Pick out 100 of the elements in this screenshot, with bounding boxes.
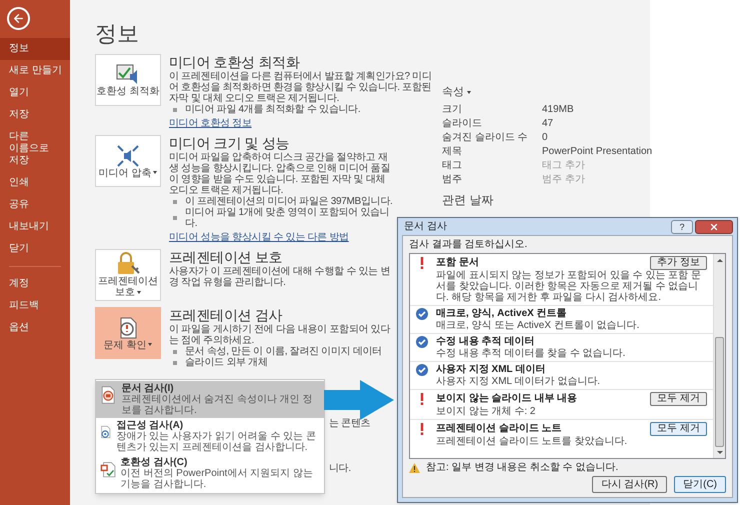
sidebar-item[interactable]: 닫기 xyxy=(0,238,70,260)
dropdown-caret-icon xyxy=(148,343,152,346)
section-title: 미디어 크기 및 성능 xyxy=(169,135,290,152)
menu-item-title: 접근성 검사(A) xyxy=(116,420,184,431)
check-circle-icon xyxy=(416,336,428,348)
menu-item-title: 호환성 검사(C) xyxy=(120,457,188,468)
result-action-button[interactable]: 모두 제거 xyxy=(650,392,707,406)
menu-item[interactable]: 접근성 검사(A) 장애가 있는 사용자가 읽기 어려울 수 있는 콘텐츠가 있는지 프레젠테이션을 검사합니다. xyxy=(96,418,324,455)
sidebar-item[interactable]: 공유 xyxy=(0,194,70,216)
menu-item-description: 이전 버전의 PowerPoint에서 지원되지 않는 기능을 검사합니다. xyxy=(120,468,314,490)
sidebar-item[interactable]: 저장 xyxy=(0,104,70,126)
check-circle-icon xyxy=(416,364,428,376)
exclamation-icon xyxy=(420,257,424,269)
scrollbar-thumb[interactable] xyxy=(715,337,724,447)
section-tile-button[interactable]: 문제 확인 xyxy=(95,307,161,359)
section-tile-button[interactable]: 호환성 최적화 xyxy=(95,54,161,106)
sidebar-item[interactable]: 열기 xyxy=(0,82,70,104)
back-button[interactable] xyxy=(7,7,30,30)
sidebar-item[interactable]: 계정 xyxy=(0,273,70,295)
section-description: 미디어 파일을 압축하여 디스크 공간을 절약하고 재생 성능을 향상시킵니다. 압축으로 인해 미디어 품질이 영향을 받을 수도 있습니다. 포함된 자막 및 대체 오디오 트랙은 제거됩니다. xyxy=(169,152,392,196)
section-description: 이 프레젠테이션을 다른 컴퓨터에서 발표할 계획인가요? 미디어 호환성을 최적화하면 환경을 향상시킬 수 있습니다. 포함된 자막 및 대체 오디오 트랙은 제거됩니다. xyxy=(169,71,433,104)
bullet-text: 이 프레젠테이션의 미디어 파일은 397MB입니다. xyxy=(185,196,392,207)
sidebar-item[interactable]: 피드백 xyxy=(0,295,70,317)
bullet-icon xyxy=(173,216,177,220)
result-description: 사용자 지정 XML 데이터가 없습니다. xyxy=(435,376,602,387)
close-icon xyxy=(709,222,719,232)
result-action-button[interactable]: 추가 정보 xyxy=(650,256,707,270)
arrow-drawing xyxy=(324,380,394,420)
sidebar-item[interactable]: 인쇄 xyxy=(0,172,70,194)
menu-item-title: 문서 검사(I) xyxy=(121,383,175,394)
menu-item-description: 장애가 있는 사용자가 읽기 어려울 수 있는 콘텐츠가 있는지 프레젠테이션을 검사합니다. xyxy=(116,431,317,453)
result-title: 프레젠테이션 슬라이드 노트 xyxy=(436,423,563,435)
section-tile-button[interactable]: 미디어 압축 xyxy=(95,135,161,187)
property-label: 숨겨진 슬라이드 수 xyxy=(442,131,529,145)
page-title: 정보 xyxy=(95,22,140,46)
section-title: 프레젠테이션 보호 xyxy=(169,249,284,266)
menu-item[interactable]: 호환성 검사(C) 이전 버전의 PowerPoint에서 지원되지 않는 기능을 검사합니다. xyxy=(96,455,324,492)
help-link[interactable]: 미디어 성능을 향상시킬 수 있는 다른 방법 xyxy=(169,232,349,243)
property-value: 419MB xyxy=(542,103,574,117)
menu-item-description: 프레젠테이션에서 숨겨진 속성이나 개인 정보를 검사합니다. xyxy=(121,394,314,416)
property-label: 제목 xyxy=(442,145,463,159)
dropdown-caret-icon xyxy=(153,171,158,174)
properties-heading[interactable]: 속성 xyxy=(442,86,464,99)
property-label: 슬라이드 xyxy=(442,117,483,131)
media-compress-icon xyxy=(116,144,140,168)
result-action-button[interactable]: 모두 제거 xyxy=(650,422,707,436)
property-label: 크기 xyxy=(442,103,463,117)
scroll-down-icon[interactable] xyxy=(716,451,722,454)
property-label: 태그 xyxy=(442,159,463,173)
result-description: 수정 내용 추적 데이터를 찾을 수 없습니다. xyxy=(435,348,626,359)
arrow-left-icon xyxy=(12,12,25,25)
bullet-text: 는 콘텐츠 xyxy=(329,418,370,429)
result-description: 매크로, 양식 또는 ActiveX 컨트롤이 없습니다. xyxy=(435,320,640,331)
warning-triangle-icon xyxy=(409,463,420,473)
exclamation-icon xyxy=(420,423,424,435)
sidebar-item[interactable]: 새로 만들기 xyxy=(0,60,70,82)
sidebar-item[interactable]: 옵션 xyxy=(0,317,70,339)
dialog-button[interactable]: 닫기(C) xyxy=(674,476,726,493)
bullet-icon xyxy=(173,200,177,204)
result-title: 사용자 지정 XML 데이터 xyxy=(436,364,546,376)
property-label: 범주 xyxy=(442,173,463,187)
dialog-instruction: 검사 결과를 검토하십시오. xyxy=(409,239,528,251)
sidebar-item[interactable]: 정보 xyxy=(0,38,70,60)
result-title: 보이지 않는 슬라이드 내부 내용 xyxy=(436,393,578,405)
scrollbar[interactable] xyxy=(713,254,725,458)
menu-item[interactable]: 문서 검사(I) 프레젠테이션에서 숨겨진 속성이나 개인 정보를 검사합니다. xyxy=(96,381,324,418)
property-value: 0 xyxy=(542,131,548,145)
bullet-text: 미디어 파일 4개를 최적화할 수 있습니다. xyxy=(185,104,360,115)
dialog-button[interactable]: 다시 검사(R) xyxy=(592,476,668,493)
related-dates-heading: 관련 날짜 xyxy=(442,193,494,207)
result-description: 파일에 표시되지 않는 정보가 포함되어 있을 수 있는 포함 문서를 찾았습니다. 이러한 항목은 자동으로 제거될 수 없습니다. 해당 항목을 제거한 후 파일을 다시 검사하세요. xyxy=(435,270,702,303)
close-button[interactable] xyxy=(695,220,733,234)
bullet-icon xyxy=(173,108,177,112)
sidebar-item[interactable]: 다른 이름으로 저장 xyxy=(0,126,70,172)
bullet-text: 슬라이드 외부 개체 xyxy=(185,357,268,368)
lock-key-icon xyxy=(115,252,141,276)
help-button[interactable]: ? xyxy=(671,220,693,234)
section-description: 사용자가 이 프레젠테이션에 대해 수행할 수 있는 변경 작업 유형을 관리합니다. xyxy=(169,266,392,288)
property-value: PowerPoint Presentation xyxy=(542,145,652,159)
check-circle-icon xyxy=(416,308,428,320)
bullet-text: 문서 속성, 만든 이 이름, 잘려진 이미지 데이터 xyxy=(185,346,382,357)
property-value: 47 xyxy=(542,117,554,131)
help-link[interactable]: 미디어 호환성 정보 xyxy=(169,118,252,129)
section-description: 이 파일을 게시하기 전에 다음 내용이 포함되어 있다는 점에 주의하세요. xyxy=(169,324,392,346)
media-check-icon xyxy=(116,64,140,86)
bullet-icon xyxy=(173,360,177,364)
dropdown-caret-icon xyxy=(137,290,141,294)
bullet-icon xyxy=(173,350,177,354)
result-title: 수정 내용 추적 데이터 xyxy=(436,336,536,348)
section-tile-button[interactable]: 프레젠테이션 보호 xyxy=(95,249,161,301)
section-title: 미디어 호환성 최적화 xyxy=(169,54,301,71)
bullet-text: 미디어 파일 1개에 맞춘 영역이 포함되어 있습니다. xyxy=(185,207,390,229)
sidebar-item[interactable]: 내보내기 xyxy=(0,216,70,238)
section-title: 프레젠테이션 검사 xyxy=(169,307,284,324)
result-title: 포함 문서 xyxy=(436,257,480,269)
bullet-text: 니다. xyxy=(329,463,351,474)
dropdown-caret-icon xyxy=(467,91,471,94)
result-description: 프레젠테이션 슬라이드 노트를 찾았습니다. xyxy=(435,436,628,447)
dialog-note: 참고: 일부 변경 내용은 취소할 수 없습니다. xyxy=(426,462,618,474)
scroll-up-icon[interactable] xyxy=(716,259,722,262)
